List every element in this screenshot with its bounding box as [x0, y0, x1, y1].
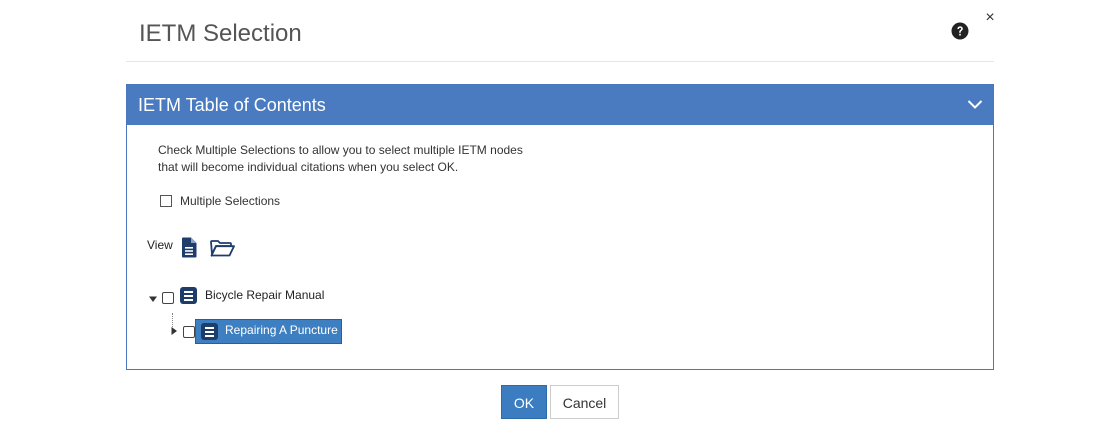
description-line-2: that will become individual citations wh…: [158, 160, 459, 174]
folder-open-icon[interactable]: [210, 240, 235, 257]
dialog-title: IETM Selection: [139, 20, 302, 47]
description-line-1: Check Multiple Selections to allow you t…: [158, 143, 523, 157]
cancel-button[interactable]: Cancel: [550, 385, 619, 419]
title-divider: [126, 61, 994, 62]
toc-panel: IETM Table of Contents Check Multiple Se…: [126, 84, 994, 370]
tree-node-checkbox[interactable]: [162, 292, 174, 304]
list-icon: [180, 287, 197, 304]
toc-panel-title: IETM Table of Contents: [138, 95, 326, 115]
multiple-selections-checkbox[interactable]: [160, 195, 172, 207]
tree-node-label-bicycle-repair-manual[interactable]: Bicycle Repair Manual: [205, 288, 324, 302]
toc-description: Check Multiple Selections to allow you t…: [158, 142, 578, 176]
toc-panel-header[interactable]: IETM Table of Contents: [127, 85, 993, 125]
view-label: View: [147, 238, 173, 252]
document-icon[interactable]: [181, 237, 197, 258]
multiple-selections-option[interactable]: Multiple Selections: [160, 193, 280, 209]
tree-expand-toggle[interactable]: [149, 295, 157, 303]
list-icon: [201, 323, 218, 340]
tree-connector: [172, 313, 173, 327]
question-circle-icon[interactable]: [951, 22, 969, 40]
chevron-down-icon[interactable]: [967, 98, 983, 110]
tree-node-selected[interactable]: Repairing A Puncture: [195, 319, 342, 344]
close-icon[interactable]: ×: [983, 10, 997, 26]
tree-node-checkbox[interactable]: [183, 326, 195, 338]
tree-collapse-toggle[interactable]: [170, 327, 178, 335]
ietm-selection-dialog: IETM Selection × IETM Table of Contents …: [0, 0, 1120, 434]
multiple-selections-label: Multiple Selections: [180, 194, 281, 208]
tree-node-label-repairing-a-puncture: Repairing A Puncture: [225, 323, 338, 337]
ok-button[interactable]: OK: [501, 385, 547, 419]
